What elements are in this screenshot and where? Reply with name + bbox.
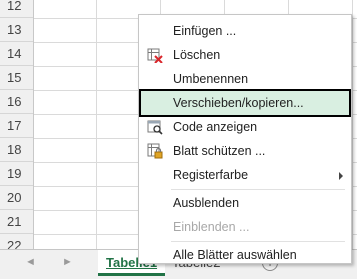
sheet-context-menu: Einfügen ... Löschen Umbenennen Verschie… [138,14,352,264]
grid-line [352,0,353,249]
menu-item-label: Löschen [173,48,221,62]
menu-item-protect-sheet[interactable]: Blatt schützen ... [139,139,351,163]
row-header-19[interactable]: 19 [0,162,33,186]
menu-item-label: Einblenden ... [173,220,250,234]
row-header-18[interactable]: 18 [0,138,33,162]
menu-separator [171,189,345,190]
menu-item-label: Verschieben/kopieren... [173,96,304,110]
menu-item-insert[interactable]: Einfügen ... [139,19,351,43]
menu-item-label: Umbenennen [173,72,249,86]
menu-item-tab-color[interactable]: Registerfarbe [139,163,351,187]
row-headers: 12 13 14 15 16 17 18 19 20 21 22 [0,0,34,249]
row-header-12[interactable]: 12 [0,0,33,18]
row-header-21[interactable]: 21 [0,210,33,234]
menu-item-delete[interactable]: Löschen [139,43,351,67]
menu-item-label: Blatt schützen ... [173,144,266,158]
row-header-14[interactable]: 14 [0,42,33,66]
row-header-17[interactable]: 17 [0,114,33,138]
menu-item-label: Einfügen ... [173,24,237,38]
menu-item-unhide[interactable]: Einblenden ... [139,215,351,239]
submenu-arrow-icon [339,172,343,180]
menu-item-label: Alle Blätter auswählen [173,248,297,262]
menu-item-view-code[interactable]: Code anzeigen [139,115,351,139]
menu-item-hide[interactable]: Ausblenden [139,191,351,215]
menu-item-rename[interactable]: Umbenennen [139,67,351,91]
view-code-icon [147,119,163,135]
menu-item-label: Registerfarbe [173,168,249,182]
menu-item-label: Ausblenden [173,196,240,210]
row-header-15[interactable]: 15 [0,66,33,90]
menu-item-label: Code anzeigen [173,120,258,134]
row-header-16[interactable]: 16 [0,90,33,114]
menu-item-select-all-sheets[interactable]: Alle Blätter auswählen [139,243,351,267]
row-header-20[interactable]: 20 [0,186,33,210]
protect-sheet-icon [147,143,163,159]
grid-line [96,0,97,249]
delete-sheet-icon [147,47,163,64]
scroll-tabs-right-icon[interactable]: ► [62,256,73,268]
row-header-22[interactable]: 22 [0,234,33,249]
menu-separator [171,241,345,242]
menu-item-move-copy[interactable]: Verschieben/kopieren... [139,89,351,117]
row-header-13[interactable]: 13 [0,18,33,42]
scroll-tabs-left-icon[interactable]: ◄ [25,256,36,268]
